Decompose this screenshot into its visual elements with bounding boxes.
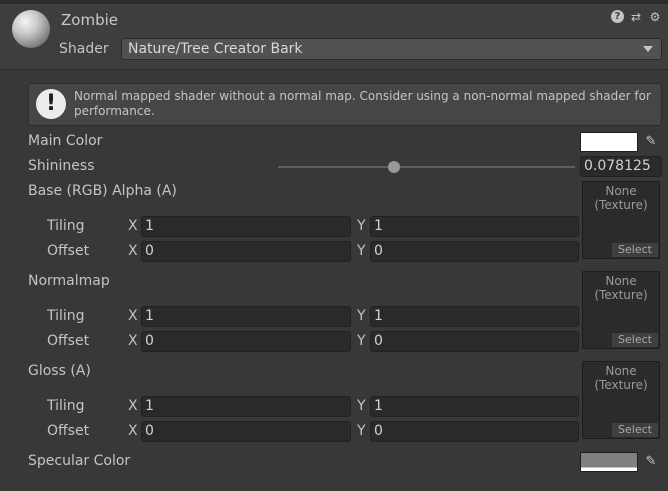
warning-helpbox: ! Normal mapped shader without a normal … xyxy=(28,83,662,126)
shader-dropdown[interactable]: Nature/Tree Creator Bark xyxy=(121,38,662,60)
settings-icon[interactable]: ⚙ xyxy=(648,10,662,24)
warning-icon: ! xyxy=(36,89,66,119)
base-offset-y-value: 0 xyxy=(374,243,383,259)
shader-value: Nature/Tree Creator Bark xyxy=(128,41,303,57)
gloss-offset-y-axis: Y xyxy=(357,423,366,439)
chevron-down-icon xyxy=(643,46,653,52)
gloss-tiling-x-field[interactable]: 1 xyxy=(141,396,351,417)
shininess-label: Shininess xyxy=(28,158,95,174)
preset-icon[interactable]: ⇄ xyxy=(629,10,643,24)
base-offset-x-field[interactable]: 0 xyxy=(141,241,351,262)
normalmap-texture-slot[interactable]: None (Texture) Select xyxy=(582,271,660,349)
shininess-field[interactable]: 0.078125 xyxy=(580,156,662,177)
gloss-tiling-x-axis: X xyxy=(128,398,138,414)
base-tiling-y-value: 1 xyxy=(374,218,383,234)
shininess-slider-track[interactable] xyxy=(278,166,575,168)
normalmap-tiling-y-value: 1 xyxy=(374,308,383,324)
base-offset-x-axis: X xyxy=(128,243,138,259)
gloss-offset-x-axis: X xyxy=(128,423,138,439)
normalmap-offset-y-axis: Y xyxy=(357,333,366,349)
base-texture-select-button[interactable]: Select xyxy=(612,243,658,257)
gloss-tiling-x-value: 1 xyxy=(145,398,154,414)
header-icons: ? ⇄ ⚙ xyxy=(611,10,662,24)
normalmap-offset-x-value: 0 xyxy=(145,333,154,349)
shininess-value: 0.078125 xyxy=(584,158,651,174)
gloss-tiling-label: Tiling xyxy=(47,398,85,414)
gloss-texture-select-button[interactable]: Select xyxy=(612,423,658,437)
base-offset-label: Offset xyxy=(47,243,90,259)
base-tiling-y-axis: Y xyxy=(357,218,366,234)
gloss-tiling-y-field[interactable]: 1 xyxy=(370,396,579,417)
normalmap-offset-y-field[interactable]: 0 xyxy=(370,331,579,352)
warning-text: Normal mapped shader without a normal ma… xyxy=(74,89,651,118)
material-preview-sphere xyxy=(12,10,50,48)
gloss-offset-y-field[interactable]: 0 xyxy=(370,421,579,442)
normalmap-tiling-x-field[interactable]: 1 xyxy=(141,306,351,327)
normalmap-label: Normalmap xyxy=(28,273,110,289)
window-top-strip xyxy=(0,0,668,4)
gloss-tiling-y-value: 1 xyxy=(374,398,383,414)
help-icon[interactable]: ? xyxy=(611,10,624,23)
eyedropper-icon[interactable]: ✎ xyxy=(641,132,661,152)
normalmap-offset-x-axis: X xyxy=(128,333,138,349)
base-texture-none: None (Texture) xyxy=(594,184,648,212)
base-texture-label: Base (RGB) Alpha (A) xyxy=(28,183,177,199)
normalmap-offset-label: Offset xyxy=(47,333,90,349)
shininess-slider-thumb[interactable] xyxy=(387,161,400,173)
gloss-texture-slot[interactable]: None (Texture) Select xyxy=(582,361,660,439)
normalmap-tiling-x-axis: X xyxy=(128,308,138,324)
normalmap-texture-select-button[interactable]: Select xyxy=(612,333,658,347)
base-offset-y-axis: Y xyxy=(357,243,366,259)
normalmap-tiling-y-axis: Y xyxy=(357,308,366,324)
normalmap-offset-y-value: 0 xyxy=(374,333,383,349)
gloss-texture-none: None (Texture) xyxy=(594,364,648,392)
gloss-offset-label: Offset xyxy=(47,423,90,439)
material-name: Zombie xyxy=(61,11,118,29)
gloss-offset-x-field[interactable]: 0 xyxy=(141,421,351,442)
base-offset-y-field[interactable]: 0 xyxy=(370,241,579,262)
gloss-label: Gloss (A) xyxy=(28,363,91,379)
base-offset-x-value: 0 xyxy=(145,243,154,259)
shader-label: Shader xyxy=(59,41,109,57)
eyedropper-icon[interactable]: ✎ xyxy=(641,452,661,472)
base-tiling-x-field[interactable]: 1 xyxy=(141,216,351,237)
base-texture-slot[interactable]: None (Texture) Select xyxy=(582,181,660,259)
gloss-offset-x-value: 0 xyxy=(145,423,154,439)
main-color-label: Main Color xyxy=(28,133,103,149)
specular-color-swatch[interactable] xyxy=(580,452,638,472)
base-tiling-label: Tiling xyxy=(47,218,85,234)
normalmap-tiling-y-field[interactable]: 1 xyxy=(370,306,579,327)
base-tiling-y-field[interactable]: 1 xyxy=(370,216,579,237)
normalmap-texture-none: None (Texture) xyxy=(594,274,648,302)
normalmap-tiling-x-value: 1 xyxy=(145,308,154,324)
normalmap-offset-x-field[interactable]: 0 xyxy=(141,331,351,352)
normalmap-tiling-label: Tiling xyxy=(47,308,85,324)
base-tiling-x-axis: X xyxy=(128,218,138,234)
gloss-offset-y-value: 0 xyxy=(374,423,383,439)
gloss-tiling-y-axis: Y xyxy=(357,398,366,414)
base-tiling-x-value: 1 xyxy=(145,218,154,234)
main-color-swatch[interactable] xyxy=(580,132,638,152)
specular-color-label: Specular Color xyxy=(28,453,131,469)
